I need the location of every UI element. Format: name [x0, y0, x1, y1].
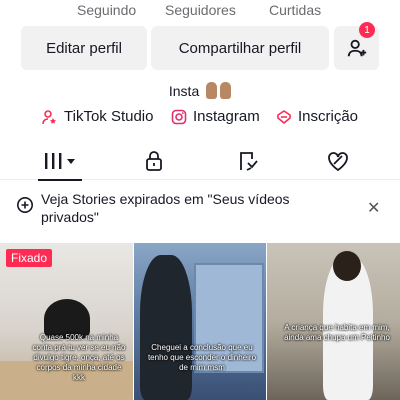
video-caption: Cheguei a conclusão que eu tenho que esc…: [147, 343, 257, 372]
liked-heart-icon: [328, 152, 348, 172]
thumbnail-head-shape: [333, 251, 361, 281]
add-friends-button[interactable]: 1: [334, 22, 379, 70]
subscription-label: Inscrição: [298, 108, 359, 125]
video-caption: A criança que habita em mim, ainda ama c…: [284, 323, 390, 342]
instagram-link[interactable]: Instagram: [171, 108, 260, 125]
video-thumbnail[interactable]: Fixado Quase 500k na minha conta prá tu …: [0, 243, 133, 400]
emoji-figure-icon: [206, 82, 218, 99]
emoji-figure-icon: [220, 82, 232, 99]
profile-bio: Insta: [0, 82, 400, 99]
pinned-badge: Fixado: [6, 249, 53, 267]
video-caption: Quase 500k na minha conta prá tu ver se …: [32, 333, 126, 382]
instagram-icon: [171, 109, 187, 124]
stories-notice: Veja Stories expirados em "Seus vídeos p…: [0, 190, 400, 232]
tab-private[interactable]: [134, 148, 174, 174]
videos-grid-icon: [45, 153, 75, 169]
notice-text: Veja Stories expirados em "Seus vídeos p…: [41, 191, 290, 225]
subscription-icon: [277, 109, 291, 124]
tiktok-studio-label: TikTok Studio: [64, 108, 154, 125]
subscription-link[interactable]: Inscrição: [276, 108, 358, 125]
info-plus-icon: [17, 197, 33, 213]
tiktok-studio-link[interactable]: TikTok Studio: [42, 108, 153, 125]
profile-links: TikTok Studio Instagram Inscrição: [0, 108, 400, 130]
tiktok-studio-icon: [42, 109, 56, 124]
add-user-icon: [347, 39, 366, 57]
reposts-icon: [240, 152, 258, 171]
following-label[interactable]: Seguindo: [77, 2, 136, 18]
video-grid: Fixado Quase 500k na minha conta prá tu …: [0, 243, 400, 400]
notification-badge: 1: [359, 22, 375, 38]
followers-label[interactable]: Seguidores: [165, 2, 236, 18]
bio-text: Insta: [168, 83, 200, 99]
lock-icon: [146, 151, 162, 171]
share-profile-button[interactable]: Compartilhar perfil: [151, 26, 329, 70]
thumbnail-person-shape: [140, 255, 192, 400]
profile-stats: Seguindo Seguidores Curtidas: [0, 0, 400, 22]
video-thumbnail[interactable]: A criança que habita em mim, ainda ama c…: [267, 243, 400, 400]
tab-reposts[interactable]: [228, 148, 268, 174]
tab-videos[interactable]: [38, 148, 82, 181]
edit-profile-button[interactable]: Editar perfil: [21, 26, 147, 70]
video-thumbnail[interactable]: Cheguei a conclusão que eu tenho que esc…: [134, 243, 266, 400]
profile-tabs: [0, 142, 400, 181]
likes-label: Curtidas: [269, 2, 322, 18]
tab-liked[interactable]: [318, 148, 358, 174]
instagram-label: Instagram: [193, 108, 260, 125]
close-icon[interactable]: ✕: [367, 198, 380, 218]
